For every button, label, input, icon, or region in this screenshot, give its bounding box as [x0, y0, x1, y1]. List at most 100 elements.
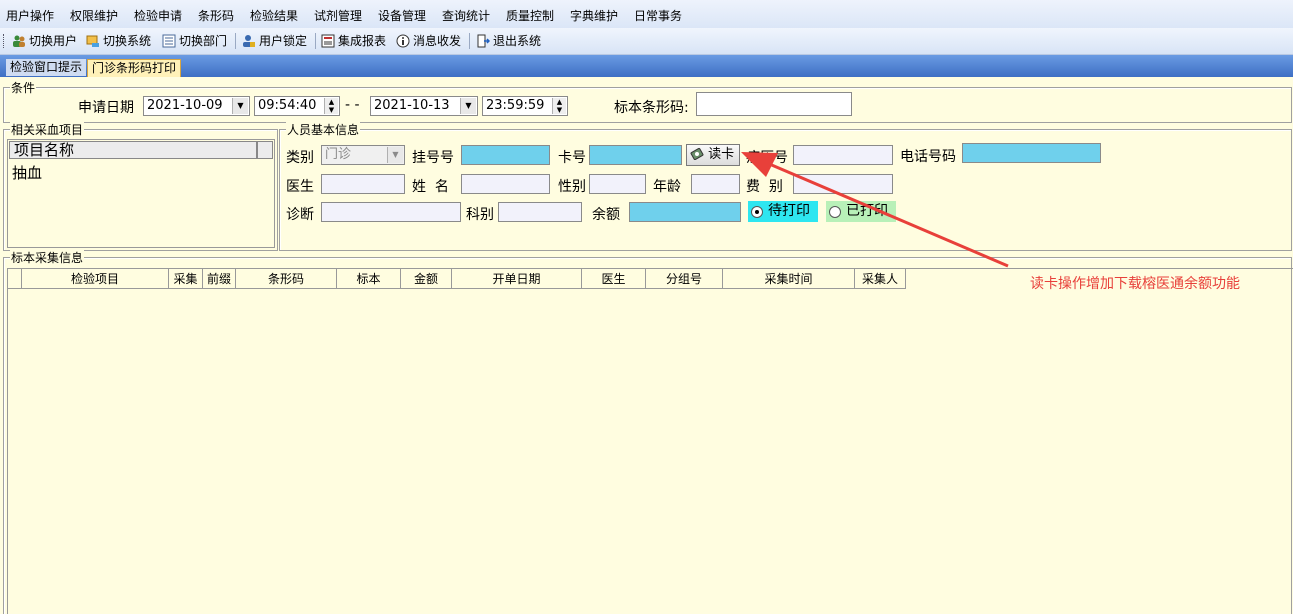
- record-no-field[interactable]: [793, 145, 893, 165]
- annotation-text: 读卡操作增加下载榕医通余额功能: [1030, 276, 1240, 292]
- phone-field[interactable]: [962, 143, 1101, 163]
- end-date-dropdown-icon[interactable]: ▼: [460, 98, 476, 114]
- toolbar-separator: [469, 33, 470, 49]
- col-doctor[interactable]: 医生: [582, 269, 646, 289]
- exit-system-button[interactable]: 退出系统: [476, 32, 541, 50]
- switch-user-label: 切换用户: [29, 34, 78, 48]
- col-collector[interactable]: 采集人: [855, 269, 906, 289]
- name-field[interactable]: [461, 174, 550, 194]
- info-icon: [396, 34, 410, 48]
- balance-label: 余额: [592, 207, 620, 223]
- switch-dept-label: 切换部门: [179, 34, 228, 48]
- item-list-header-spacer: [257, 141, 273, 159]
- category-label: 类别: [286, 150, 314, 166]
- barcode-input[interactable]: [696, 92, 852, 116]
- report-icon: [321, 34, 335, 48]
- col-specimen[interactable]: 标本: [337, 269, 401, 289]
- col-collected[interactable]: 采集: [169, 269, 203, 289]
- switch-user-button[interactable]: 切换用户: [12, 32, 77, 50]
- col-order-date[interactable]: 开单日期: [452, 269, 582, 289]
- menu-user-ops[interactable]: 用户操作: [6, 7, 54, 24]
- tab-strip: 检验窗口提示 门诊条形码打印: [0, 55, 1293, 77]
- card-no-field[interactable]: [589, 145, 682, 165]
- category-dropdown-icon[interactable]: ▼: [387, 147, 403, 163]
- list-item[interactable]: 抽血: [12, 162, 42, 183]
- department-field[interactable]: [498, 202, 582, 222]
- menu-daily-affairs[interactable]: 日常事务: [634, 7, 682, 24]
- col-prefix[interactable]: 前缀: [203, 269, 236, 289]
- messages-button[interactable]: 消息收发: [396, 32, 461, 50]
- exit-icon: [477, 34, 490, 48]
- menu-permissions[interactable]: 权限维护: [70, 7, 118, 24]
- read-card-label: 读卡: [708, 147, 735, 162]
- end-time-spinner-icon[interactable]: ▲ ▼: [552, 98, 566, 114]
- start-date-value: 2021-10-09: [147, 98, 223, 113]
- doctor-field[interactable]: [321, 174, 405, 194]
- switch-system-label: 切换系统: [103, 34, 152, 48]
- start-time-spinner-icon[interactable]: ▲ ▼: [324, 98, 338, 114]
- col-collect-time[interactable]: 采集时间: [723, 269, 855, 289]
- switch-system-icon: [86, 35, 99, 47]
- fee-type-field[interactable]: [793, 174, 893, 194]
- end-time-field[interactable]: 23:59:59 ▲ ▼: [482, 96, 568, 116]
- switch-dept-button[interactable]: 切换部门: [162, 32, 227, 50]
- user-lock-label: 用户锁定: [259, 34, 308, 48]
- radio-printed[interactable]: 已打印: [826, 201, 896, 222]
- switch-system-button[interactable]: 切换系统: [86, 32, 151, 50]
- integrated-report-button[interactable]: 集成报表: [321, 32, 386, 50]
- menu-quality[interactable]: 质量控制: [506, 7, 554, 24]
- register-no-field[interactable]: [461, 145, 550, 165]
- gender-label: 性别: [558, 179, 586, 195]
- gender-field[interactable]: [589, 174, 646, 194]
- date-range-separator: - -: [345, 97, 360, 113]
- radio-printed-indicator[interactable]: [829, 206, 841, 218]
- toolbar-grip[interactable]: [3, 34, 6, 48]
- tab-test-window-hints[interactable]: 检验窗口提示: [6, 59, 87, 76]
- menu-barcode[interactable]: 条形码: [198, 7, 234, 24]
- menu-test-request[interactable]: 检验申请: [134, 7, 182, 24]
- radio-pending-indicator[interactable]: [751, 206, 763, 218]
- related-items-legend: 相关采血项目: [10, 121, 85, 138]
- conditions-legend: 条件: [10, 79, 37, 96]
- category-select[interactable]: 门诊 ▼: [321, 145, 405, 165]
- user-lock-icon: [243, 35, 255, 47]
- col-group-no[interactable]: 分组号: [646, 269, 723, 289]
- col-amount[interactable]: 金额: [401, 269, 452, 289]
- start-date-picker[interactable]: 2021-10-09 ▼: [143, 96, 250, 116]
- barcode-label: 标本条形码:: [614, 100, 689, 116]
- user-lock-button[interactable]: 用户锁定: [242, 32, 307, 50]
- start-time-field[interactable]: 09:54:40 ▲ ▼: [254, 96, 340, 116]
- record-no-label: 病历号: [746, 150, 788, 166]
- menu-bar: 用户操作 权限维护 检验申请 条形码 检验结果 试剂管理 设备管理 查询统计 质…: [0, 0, 1293, 28]
- menu-reagents[interactable]: 试剂管理: [314, 7, 362, 24]
- menu-dictionary[interactable]: 字典维护: [570, 7, 618, 24]
- end-date-picker[interactable]: 2021-10-13 ▼: [370, 96, 478, 116]
- col-barcode[interactable]: 条形码: [236, 269, 337, 289]
- related-items-list[interactable]: 项目名称 抽血: [7, 139, 275, 248]
- radio-pending-print[interactable]: 待打印: [748, 201, 818, 222]
- collection-grid[interactable]: 检验项目 采集 前缀 条形码 标本 金额 开单日期 医生 分组号 采集时间 采集…: [7, 268, 1293, 614]
- menu-test-results[interactable]: 检验结果: [250, 7, 298, 24]
- read-card-button[interactable]: 读卡: [686, 144, 740, 166]
- department-icon: [162, 34, 176, 48]
- users-icon: [13, 35, 25, 47]
- balance-field[interactable]: [629, 202, 741, 222]
- col-test-item[interactable]: 检验项目: [22, 269, 169, 289]
- category-value: 门诊: [325, 147, 352, 162]
- menu-query-stats[interactable]: 查询统计: [442, 7, 490, 24]
- radio-pending-label: 待打印: [768, 203, 810, 219]
- menu-devices[interactable]: 设备管理: [378, 7, 426, 24]
- row-indicator-header: [8, 269, 22, 289]
- card-no-label: 卡号: [558, 150, 586, 166]
- person-info-legend: 人员基本信息: [286, 121, 361, 138]
- end-date-value: 2021-10-13: [374, 98, 450, 113]
- age-field[interactable]: [691, 174, 740, 194]
- start-date-dropdown-icon[interactable]: ▼: [232, 98, 248, 114]
- end-time-value: 23:59:59: [486, 98, 545, 113]
- diagnosis-field[interactable]: [321, 202, 461, 222]
- item-name-column-header[interactable]: 项目名称: [9, 141, 257, 159]
- read-card-icon: [690, 147, 704, 160]
- toolbar-separator: [235, 33, 236, 49]
- tab-outpatient-barcode-print[interactable]: 门诊条形码打印: [87, 59, 182, 77]
- register-no-label: 挂号号: [412, 150, 454, 166]
